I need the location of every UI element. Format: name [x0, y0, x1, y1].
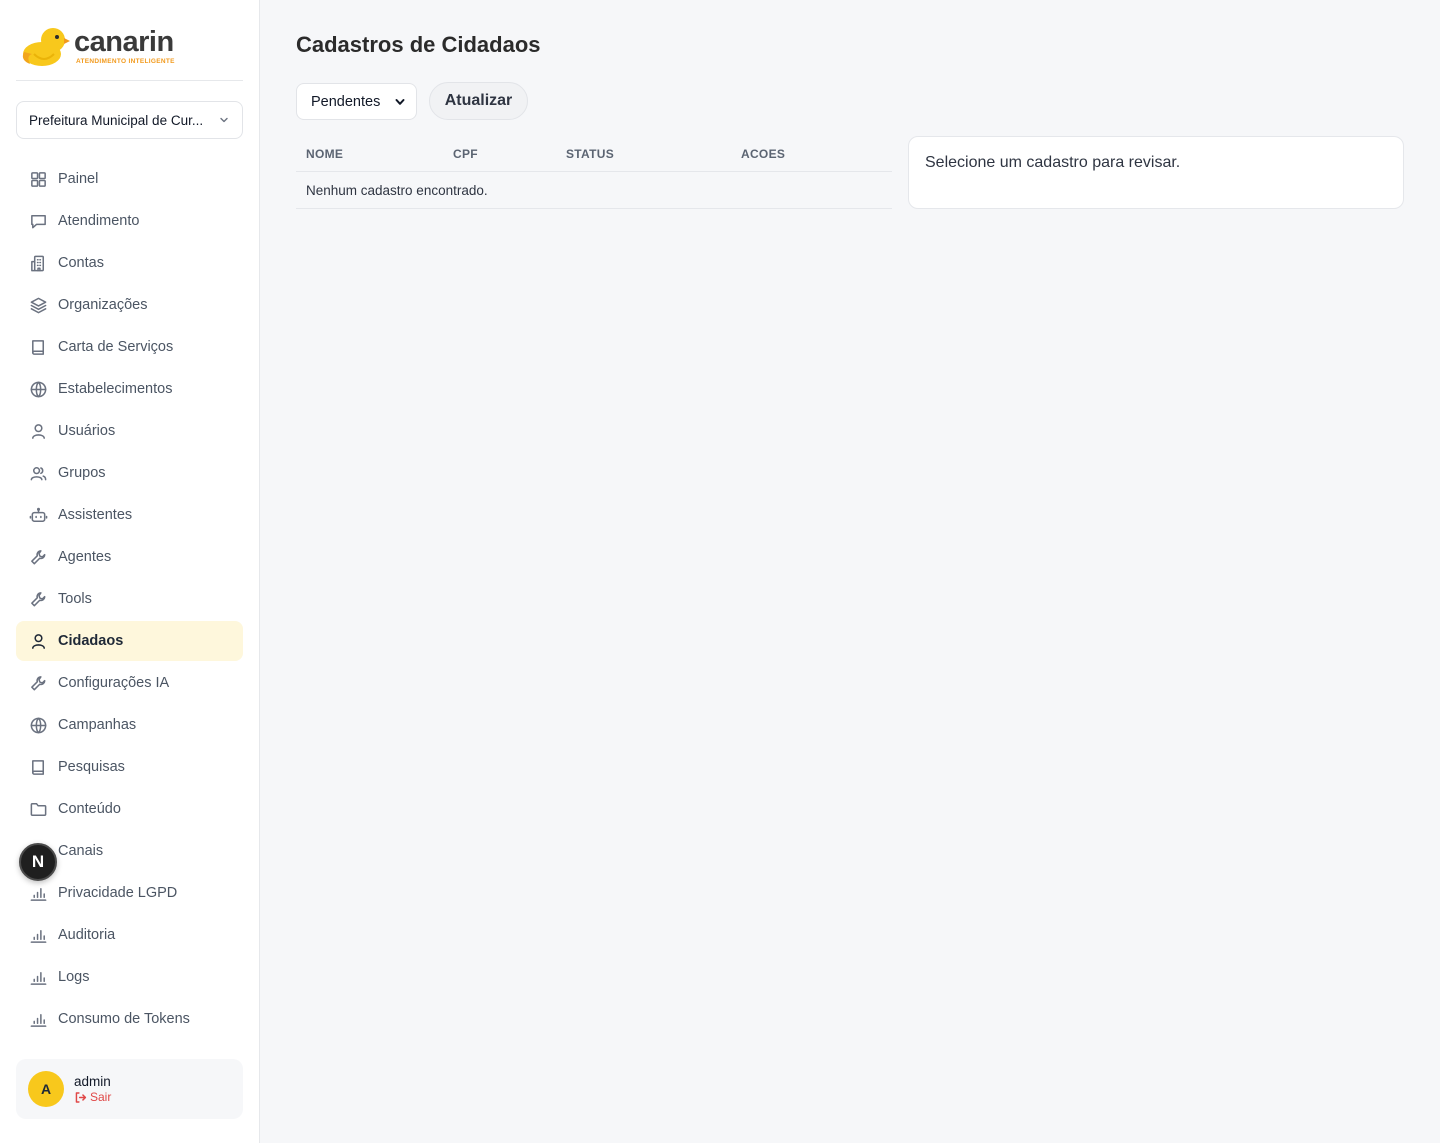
- review-panel: Selecione um cadastro para revisar.: [908, 136, 1404, 209]
- sidebar-item-pesquisas[interactable]: Pesquisas: [16, 747, 243, 787]
- canary-bird-icon: [22, 28, 70, 66]
- sidebar-item-atendimento[interactable]: Atendimento: [16, 201, 243, 241]
- sidebar-item-configuracoes-ia[interactable]: Configurações IA: [16, 663, 243, 703]
- sidebar-item-painel[interactable]: Painel: [16, 159, 243, 199]
- book-icon: [28, 337, 48, 357]
- refresh-button[interactable]: Atualizar: [429, 82, 528, 120]
- sidebar-item-label: Tools: [58, 591, 92, 607]
- book-icon: [28, 757, 48, 777]
- logout-label: Sair: [90, 1090, 112, 1104]
- building-icon: [28, 253, 48, 273]
- message-icon: [28, 211, 48, 231]
- sidebar-item-campanhas[interactable]: Campanhas: [16, 705, 243, 745]
- sidebar-item-label: Painel: [58, 171, 99, 187]
- sidebar: canarin ATENDIMENTO INTELIGENTE Prefeitu…: [0, 0, 260, 1143]
- bar-chart-icon: [28, 925, 48, 945]
- sidebar-item-label: Assistentes: [58, 507, 133, 523]
- grid-icon: [28, 169, 48, 189]
- sidebar-item-label: Campanhas: [58, 717, 137, 733]
- layers-icon: [28, 295, 48, 315]
- column-header-acoes: ACOES: [741, 146, 786, 161]
- status-filter-value: Pendentes: [311, 93, 381, 110]
- bar-chart-icon: [28, 1009, 48, 1029]
- sidebar-item-label: Consumo de Tokens: [58, 1011, 190, 1027]
- sidebar-item-auditoria[interactable]: Auditoria: [16, 915, 243, 955]
- citizens-table: NOME CPF STATUS ACOES Nenhum cadastro en…: [296, 136, 892, 209]
- sidebar-item-label: Auditoria: [58, 927, 116, 943]
- logout-icon: [75, 1091, 87, 1103]
- sidebar-item-label: Contas: [58, 255, 104, 271]
- sidebar-item-conteudo[interactable]: Conteúdo: [16, 789, 243, 829]
- sidebar-item-label: Conteúdo: [58, 801, 121, 817]
- table-empty-message: Nenhum cadastro encontrado.: [296, 172, 892, 209]
- folder-icon: [28, 799, 48, 819]
- chevron-down-icon: [220, 117, 228, 123]
- sidebar-item-estabelecimentos[interactable]: Estabelecimentos: [16, 369, 243, 409]
- users-icon: [28, 463, 48, 483]
- sidebar-item-tools[interactable]: Tools: [16, 579, 243, 619]
- sidebar-item-label: Grupos: [58, 465, 106, 481]
- sidebar-item-organizacoes[interactable]: Organizações: [16, 285, 243, 325]
- sidebar-item-carta-de-servicos[interactable]: Carta de Serviços: [16, 327, 243, 367]
- wrench-icon: [28, 673, 48, 693]
- sidebar-item-label: Usuários: [58, 423, 116, 439]
- sidebar-item-label: Agentes: [58, 549, 112, 565]
- chevron-down-icon: [395, 98, 405, 105]
- sidebar-item-label: Cidadaos: [58, 633, 124, 649]
- organization-select[interactable]: Prefeitura Municipal de Cur...: [16, 101, 243, 139]
- sidebar-item-agentes[interactable]: Agentes: [16, 537, 243, 577]
- divider: [16, 80, 243, 81]
- user-name: admin: [74, 1074, 111, 1089]
- bot-icon: [28, 505, 48, 525]
- sidebar-item-label: Canais: [58, 843, 104, 859]
- dev-tools-badge[interactable]: N: [19, 843, 57, 881]
- sidebar-item-logs[interactable]: Logs: [16, 957, 243, 997]
- status-filter-select[interactable]: Pendentes: [296, 83, 417, 120]
- sidebar-item-contas[interactable]: Contas: [16, 243, 243, 283]
- table-header: NOME CPF STATUS ACOES: [296, 136, 892, 172]
- sidebar-item-label: Logs: [58, 969, 90, 985]
- sidebar-item-consumo-de-tokens[interactable]: Consumo de Tokens: [16, 999, 243, 1039]
- user-icon: [28, 631, 48, 651]
- sidebar-item-assistentes[interactable]: Assistentes: [16, 495, 243, 535]
- brand-logo[interactable]: canarin ATENDIMENTO INTELIGENTE: [20, 24, 175, 70]
- sidebar-item-label: Configurações IA: [58, 675, 170, 691]
- sidebar-item-cidadaos[interactable]: Cidadaos: [16, 621, 243, 661]
- sidebar-item-label: Privacidade LGPD: [58, 885, 178, 901]
- sidebar-item-label: Pesquisas: [58, 759, 125, 775]
- brand-tagline: ATENDIMENTO INTELIGENTE: [76, 58, 175, 66]
- sidebar-item-grupos[interactable]: Grupos: [16, 453, 243, 493]
- column-header-cpf[interactable]: CPF: [443, 147, 556, 161]
- logout-link[interactable]: Sair: [74, 1090, 111, 1104]
- organization-selected: Prefeitura Municipal de Cur...: [29, 112, 204, 128]
- sidebar-item-label: Estabelecimentos: [58, 381, 173, 397]
- column-header-nome[interactable]: NOME: [296, 147, 443, 161]
- sidebar-item-usuarios[interactable]: Usuários: [16, 411, 243, 451]
- sidebar-item-label: Organizações: [58, 297, 148, 313]
- globe-icon: [28, 379, 48, 399]
- sidebar-item-label: Atendimento: [58, 213, 140, 229]
- sidebar-item-privacidade-lgpd[interactable]: Privacidade LGPD: [16, 873, 243, 913]
- wrench-icon: [28, 547, 48, 567]
- sidebar-item-label: Carta de Serviços: [58, 339, 174, 355]
- column-header-status[interactable]: STATUS: [556, 147, 731, 161]
- bar-chart-icon: [28, 883, 48, 903]
- globe-icon: [28, 715, 48, 735]
- page-title: Cadastros de Cidadaos: [296, 32, 541, 57]
- wrench-icon: [28, 589, 48, 609]
- user-card: A admin Sair: [16, 1059, 243, 1119]
- sidebar-nav: Painel Atendimento Contas Organizações Carta…: [16, 159, 243, 1041]
- brand-name: canarin: [74, 26, 174, 59]
- bar-chart-icon: [28, 967, 48, 987]
- avatar[interactable]: A: [28, 1071, 64, 1107]
- user-icon: [28, 421, 48, 441]
